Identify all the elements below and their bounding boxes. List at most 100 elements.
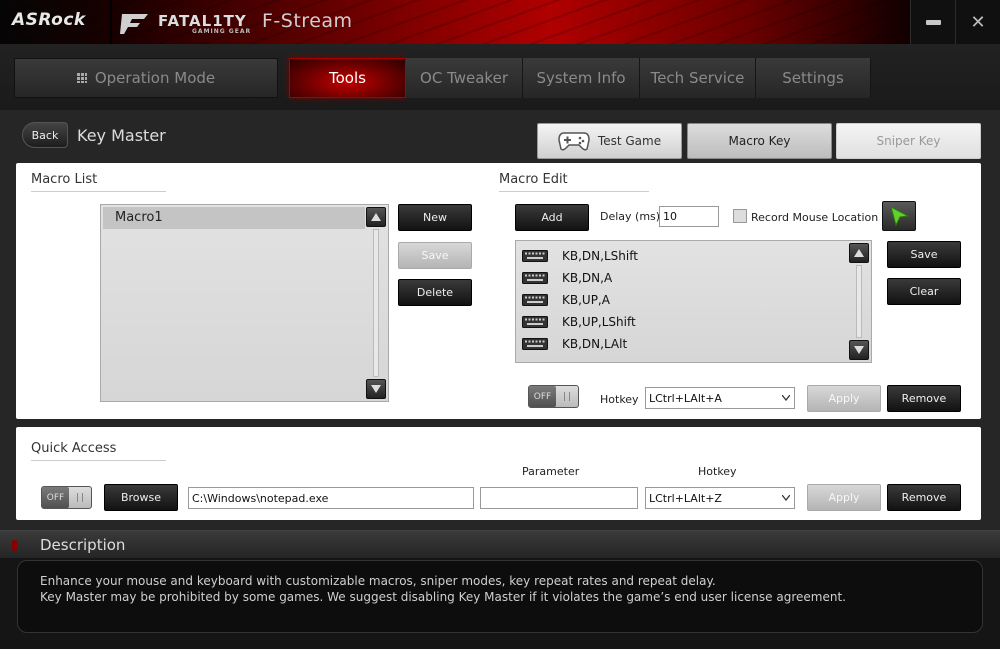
- macro-step-list[interactable]: KB,DN,LShift KB,DN,A KB,UP,A KB,UP,LShif…: [515, 240, 872, 363]
- qa-hotkey-select[interactable]: LCtrl+LAlt+Z: [645, 487, 795, 509]
- description-line: Key Master may be prohibited by some gam…: [40, 590, 846, 604]
- list-item[interactable]: KB,DN,LAlt: [522, 333, 627, 355]
- logo-divider: [110, 0, 112, 44]
- step-label: KB,DN,LShift: [562, 249, 638, 263]
- qa-hotkey-label: Hotkey: [698, 465, 737, 478]
- macro-enable-toggle[interactable]: OFF: [528, 385, 579, 408]
- scroll-up-button[interactable]: [366, 207, 386, 227]
- list-item[interactable]: KB,UP,A: [522, 289, 610, 311]
- minimize-button[interactable]: [910, 0, 955, 44]
- description-marker-icon: [12, 540, 17, 551]
- keyboard-icon: [522, 294, 548, 306]
- close-button[interactable]: ✕: [955, 0, 1000, 44]
- tab-label: Settings: [782, 69, 844, 87]
- app-title: F-Stream: [262, 10, 353, 32]
- cursor-arrow-icon: [890, 206, 910, 227]
- title-bar: ASRock FATAL1TY GAMING GEAR F-Stream ✕: [0, 0, 1000, 44]
- macro-list-scrollbar[interactable]: [366, 207, 386, 399]
- description-title: Description: [40, 536, 126, 554]
- step-label: KB,UP,A: [562, 293, 610, 307]
- macro-hotkey-label: Hotkey: [600, 393, 639, 406]
- scroll-down-button[interactable]: [849, 340, 869, 360]
- record-mouse-label: Record Mouse Location: [751, 211, 879, 224]
- main-nav: Operation Mode Tools OC Tweaker System I…: [0, 44, 1000, 110]
- toggle-knob: OFF: [529, 386, 556, 407]
- list-item[interactable]: KB,DN,LShift: [522, 245, 638, 267]
- keyboard-icon: [522, 338, 548, 350]
- tab-label: Operation Mode: [94, 69, 216, 87]
- arrow-up-icon: [371, 213, 381, 221]
- record-mouse-checkbox[interactable]: [733, 209, 747, 223]
- tab-operation-mode[interactable]: Operation Mode: [14, 58, 278, 98]
- delay-label: Delay (ms): [600, 210, 661, 223]
- macro-panel: Macro List Macro1 New Save Delete Macro …: [16, 163, 981, 419]
- delete-macro-button[interactable]: Delete: [398, 279, 472, 306]
- list-item[interactable]: Macro1: [103, 207, 365, 229]
- qa-apply-button[interactable]: Apply: [807, 484, 881, 511]
- description-section: Description Enhance your mouse and keybo…: [0, 530, 1000, 649]
- toggle-grip: [77, 493, 83, 502]
- program-path-input[interactable]: C:\Windows\notepad.exe: [188, 487, 474, 509]
- arrow-up-icon: [854, 249, 864, 257]
- macro-hotkey-select[interactable]: LCtrl+LAlt+A: [645, 387, 795, 409]
- content-area: Back Key Master Test Game Macro Key Snip…: [0, 110, 1000, 530]
- selected-value: LCtrl+LAlt+A: [649, 391, 722, 405]
- toggle-grip: [564, 392, 570, 401]
- sniper-key-button[interactable]: Sniper Key: [836, 123, 981, 159]
- tab-oc-tweaker[interactable]: OC Tweaker: [406, 58, 523, 98]
- chevron-down-icon: [782, 395, 790, 401]
- quick-access-toggle[interactable]: OFF: [41, 486, 92, 509]
- new-macro-button[interactable]: New: [398, 204, 472, 231]
- description-box: Enhance your mouse and keyboard with cus…: [17, 560, 983, 633]
- fatality-logo-icon: [120, 14, 148, 34]
- macro-list[interactable]: Macro1: [100, 204, 389, 402]
- chevron-down-icon: [782, 495, 790, 501]
- keyboard-icon: [522, 250, 548, 262]
- step-label: KB,DN,LAlt: [562, 337, 628, 351]
- arrow-down-icon: [854, 346, 864, 354]
- scroll-track[interactable]: [856, 265, 862, 338]
- tab-system-info[interactable]: System Info: [523, 58, 640, 98]
- qa-remove-button[interactable]: Remove: [887, 484, 961, 511]
- add-step-button[interactable]: Add: [515, 204, 589, 231]
- keyboard-icon: [522, 316, 548, 328]
- page-title: Key Master: [77, 126, 166, 145]
- macro-edit-title: Macro Edit: [499, 172, 649, 192]
- tab-label: System Info: [536, 69, 626, 87]
- list-item[interactable]: KB,UP,LShift: [522, 311, 636, 333]
- tab-label: Tools: [329, 69, 366, 87]
- step-label: KB,DN,A: [562, 271, 613, 285]
- step-label: KB,UP,LShift: [562, 315, 636, 329]
- macro-key-button[interactable]: Macro Key: [687, 123, 832, 159]
- save-macro-button[interactable]: Save: [398, 242, 472, 269]
- browse-button[interactable]: Browse: [104, 484, 178, 511]
- parameter-label: Parameter: [522, 465, 580, 478]
- tab-label: OC Tweaker: [420, 69, 508, 87]
- quick-access-panel: Quick Access Parameter Hotkey OFF Browse…: [16, 427, 981, 520]
- test-game-button[interactable]: Test Game: [537, 123, 682, 159]
- description-line: Enhance your mouse and keyboard with cus…: [40, 574, 716, 588]
- save-steps-button[interactable]: Save: [887, 241, 961, 268]
- macro-apply-button[interactable]: Apply: [807, 385, 881, 412]
- scroll-track[interactable]: [373, 229, 379, 377]
- tab-tech-service[interactable]: Tech Service: [640, 58, 756, 98]
- record-cursor-button[interactable]: [882, 201, 916, 231]
- minimize-icon: [925, 19, 941, 25]
- close-icon: ✕: [970, 11, 986, 33]
- tab-tools[interactable]: Tools: [289, 58, 406, 98]
- quick-access-title: Quick Access: [31, 441, 166, 461]
- keyboard-icon: [522, 272, 548, 284]
- gamepad-icon: [558, 132, 590, 151]
- scroll-up-button[interactable]: [849, 243, 869, 263]
- tab-settings[interactable]: Settings: [756, 58, 871, 98]
- parameter-input[interactable]: [480, 487, 638, 509]
- delay-input[interactable]: [659, 206, 719, 227]
- test-game-label: Test Game: [597, 134, 662, 148]
- clear-steps-button[interactable]: Clear: [887, 278, 961, 305]
- step-list-scrollbar[interactable]: [849, 243, 869, 360]
- list-item[interactable]: KB,DN,A: [522, 267, 612, 289]
- macro-remove-button[interactable]: Remove: [887, 385, 961, 412]
- scroll-down-button[interactable]: [366, 379, 386, 399]
- tab-label: Tech Service: [650, 69, 745, 87]
- back-button[interactable]: Back: [22, 122, 68, 148]
